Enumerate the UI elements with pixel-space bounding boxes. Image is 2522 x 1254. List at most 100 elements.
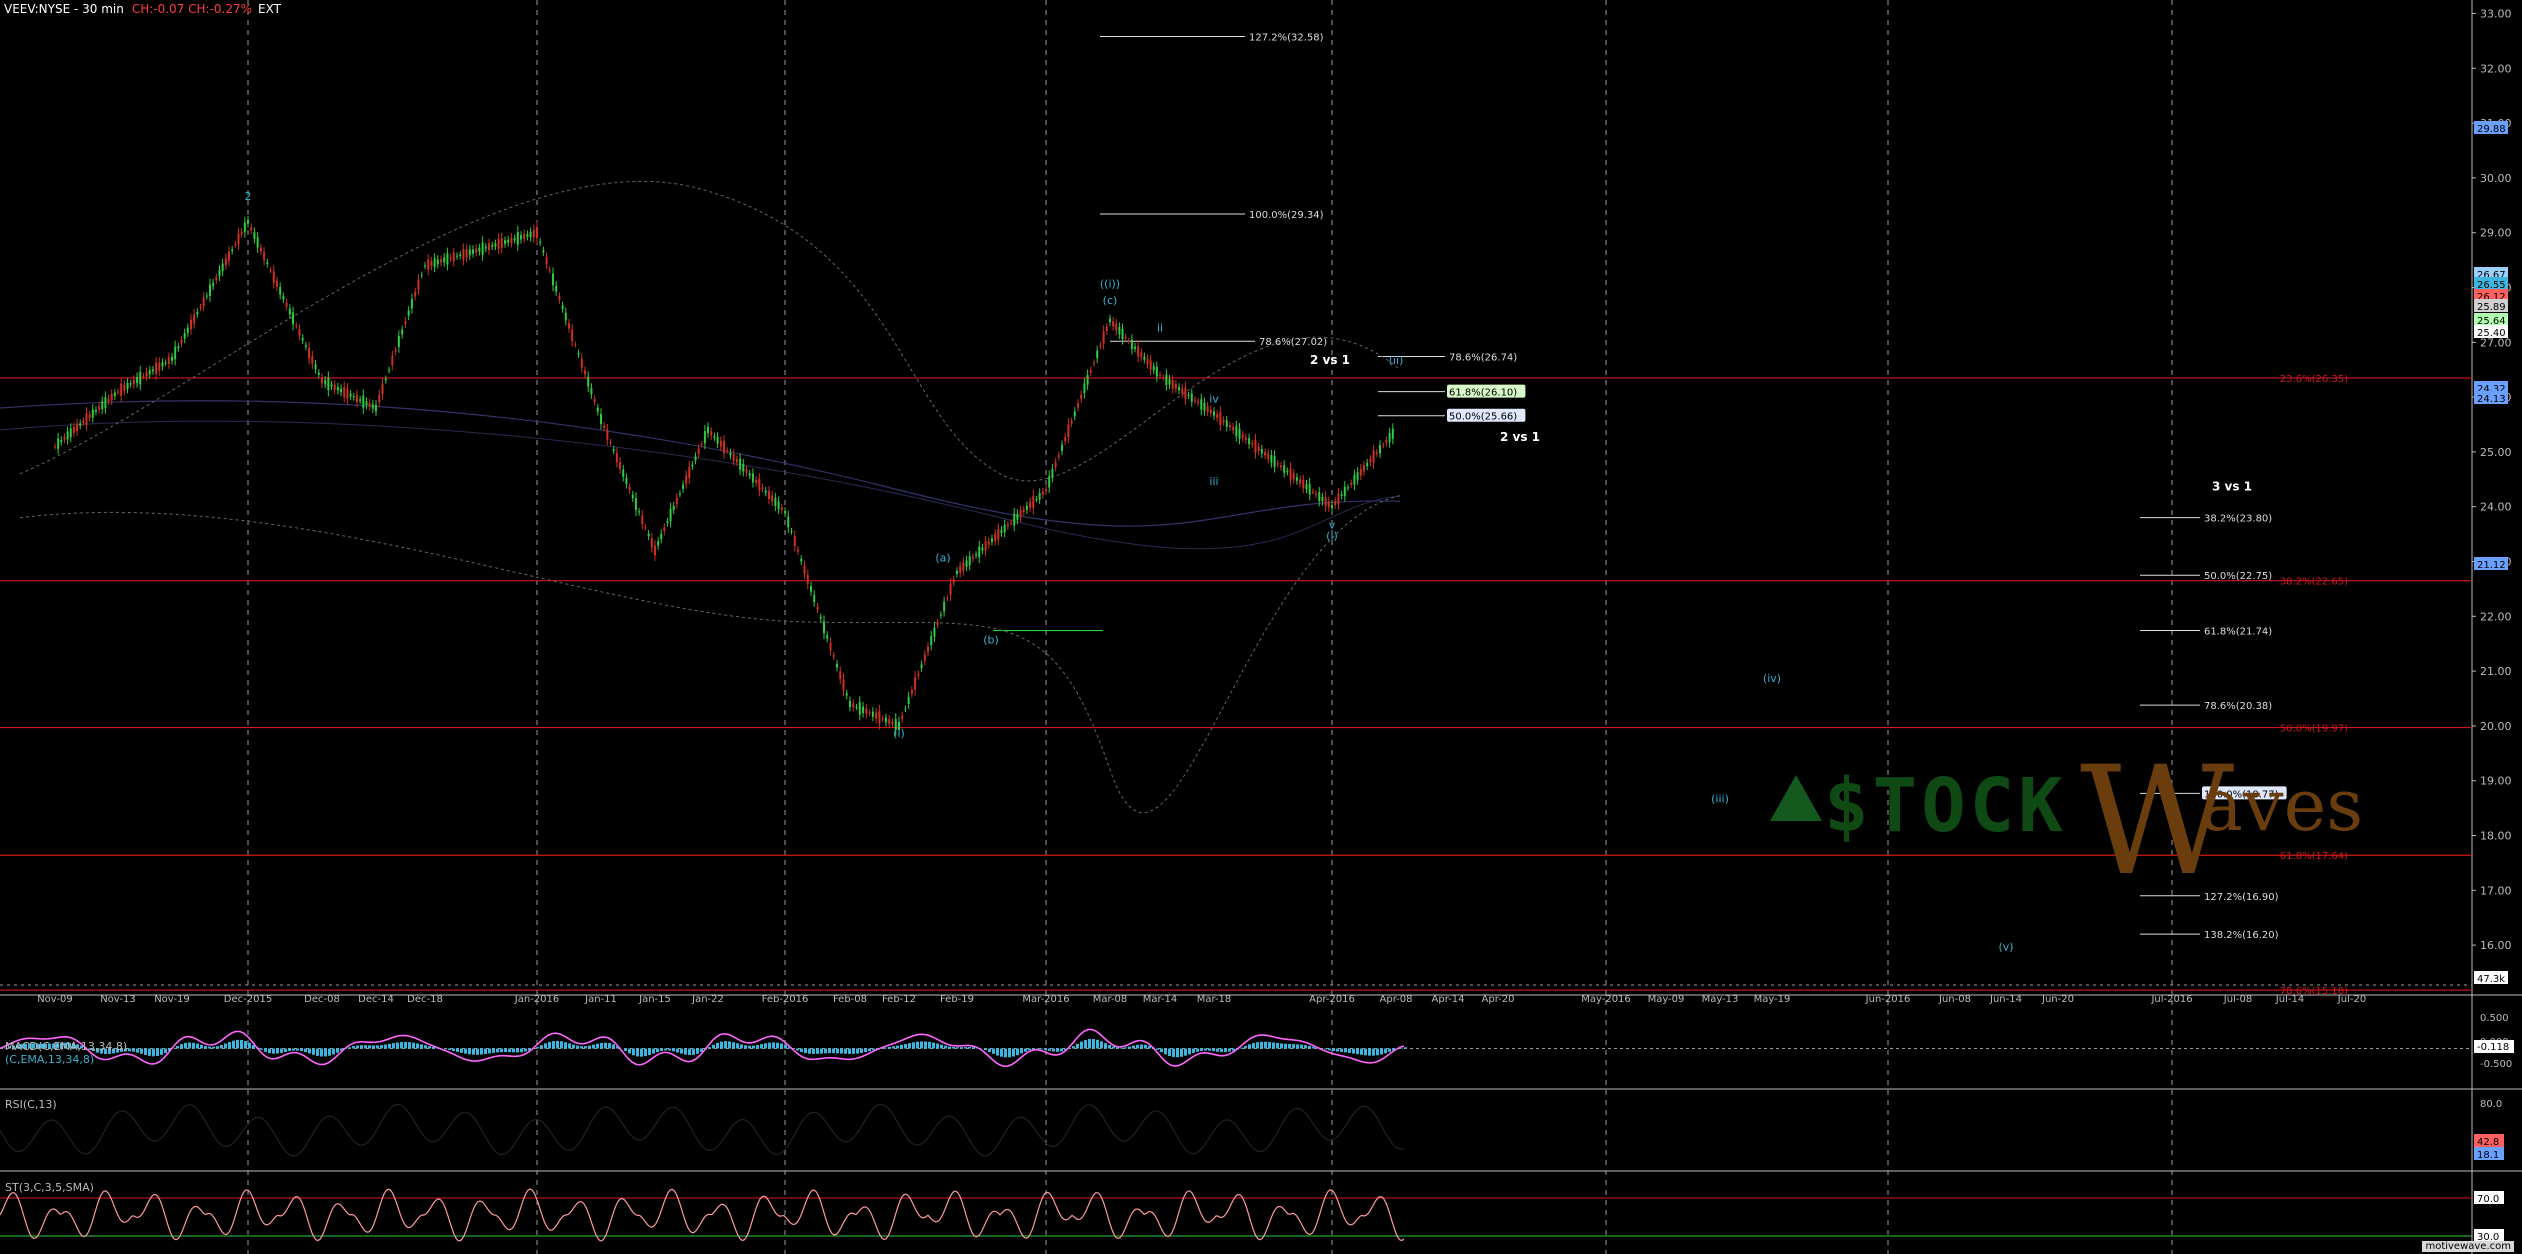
candle-body xyxy=(1152,366,1155,371)
date-tick-label: May-13 xyxy=(1702,994,1739,1005)
candle-body xyxy=(939,614,942,616)
macd-histogram-bar xyxy=(368,1045,371,1049)
candle-body xyxy=(638,511,641,513)
date-tick-label: Jan-15 xyxy=(638,994,671,1005)
candle-body xyxy=(542,250,545,253)
macd-histogram-bar xyxy=(1056,1048,1059,1052)
candle-body xyxy=(145,371,148,377)
macd-histogram-bar xyxy=(712,1044,715,1049)
candle-body xyxy=(1235,426,1238,437)
macd-histogram-bar xyxy=(240,1040,243,1049)
macd-histogram-bar xyxy=(428,1046,431,1049)
candle-body xyxy=(1267,453,1270,460)
rsi-label: RSI(C,13) xyxy=(5,1098,57,1111)
macd-histogram-bar xyxy=(1108,1044,1111,1049)
macd-histogram-bar xyxy=(580,1046,583,1049)
macd-histogram-bar xyxy=(556,1040,559,1049)
macd-histogram-bar xyxy=(824,1048,827,1054)
candle-body xyxy=(288,308,291,315)
macd-histogram-bar xyxy=(720,1041,723,1049)
candle-body xyxy=(1382,445,1385,447)
candle-body xyxy=(520,235,522,240)
candle-body xyxy=(359,399,362,401)
candle-body xyxy=(129,383,132,385)
candle-body xyxy=(732,453,735,461)
macd-histogram-bar xyxy=(1300,1044,1303,1049)
candle-body xyxy=(481,242,484,255)
candle-body xyxy=(644,527,647,529)
date-tick-label: May-2016 xyxy=(1581,994,1631,1005)
macd-histogram-bar xyxy=(984,1048,987,1051)
macd-histogram-bar xyxy=(1128,1046,1131,1049)
candle-body xyxy=(584,370,586,375)
candle-body xyxy=(813,594,816,603)
macd-histogram-bar xyxy=(1268,1042,1271,1049)
candle-body xyxy=(1209,409,1212,414)
macd-histogram-bar xyxy=(488,1048,491,1054)
candle-body xyxy=(1372,450,1375,463)
macd-histogram-bar xyxy=(308,1048,311,1054)
candle-body xyxy=(98,406,101,410)
candle-body xyxy=(311,355,314,365)
stoch-tag-label: 70.0 xyxy=(2477,1194,2499,1205)
candle-body xyxy=(196,311,199,315)
macd-histogram-bar xyxy=(180,1044,183,1049)
macd-histogram-bar xyxy=(1156,1048,1159,1050)
macd-histogram-bar xyxy=(584,1046,587,1049)
candle-body xyxy=(231,249,234,252)
macd-histogram-bar xyxy=(1176,1048,1179,1058)
macd-histogram-bar xyxy=(748,1045,751,1049)
price-tag-label: 25.89 xyxy=(2477,302,2506,313)
macd-histogram-bar xyxy=(1260,1041,1263,1049)
macd-histogram-bar xyxy=(288,1048,291,1052)
candle-body xyxy=(1353,475,1356,485)
macd-histogram-bar xyxy=(444,1048,447,1050)
candle-body xyxy=(410,299,413,309)
candle-body xyxy=(1308,483,1311,495)
fib-target-label: 50.0%(25.66) xyxy=(1449,412,1517,423)
macd-histogram-bar xyxy=(184,1042,187,1049)
candle-body xyxy=(761,487,764,489)
candle-body xyxy=(552,273,554,286)
candle-body xyxy=(767,491,770,500)
macd-histogram-bar xyxy=(1256,1042,1259,1049)
macd-histogram-bar xyxy=(1216,1048,1219,1052)
candle-body xyxy=(1054,462,1057,468)
macd-histogram-bar xyxy=(468,1048,471,1055)
candle-body xyxy=(1134,346,1136,349)
macd-histogram-bar xyxy=(332,1048,335,1055)
candle-body xyxy=(1350,482,1353,485)
macd-histogram-bar xyxy=(1264,1041,1267,1049)
candle-body xyxy=(478,247,481,252)
candle-body xyxy=(183,333,186,339)
macd-histogram-bar xyxy=(1144,1044,1147,1049)
macd-histogram-bar xyxy=(1324,1048,1327,1050)
macd-histogram-bar xyxy=(1132,1045,1135,1049)
candle-body xyxy=(94,409,97,412)
candle-body xyxy=(401,329,404,335)
stoch-line xyxy=(0,1188,1405,1242)
candle-body xyxy=(1340,494,1343,497)
macd-histogram-bar xyxy=(416,1043,419,1049)
macd-histogram-bar xyxy=(796,1048,799,1051)
candle-body xyxy=(910,690,913,694)
macd-histogram-bar xyxy=(840,1048,843,1054)
macd-histogram-bar xyxy=(660,1048,663,1051)
fib-target-label: 127.2%(32.58) xyxy=(1249,32,1324,43)
candle-body xyxy=(751,473,754,483)
macd-histogram-bar xyxy=(284,1048,287,1052)
candle-body xyxy=(884,717,887,723)
date-tick-label: May-19 xyxy=(1754,994,1791,1005)
candle-body xyxy=(742,463,745,472)
price-tick-label: 22.00 xyxy=(2480,610,2512,623)
macd-histogram-bar xyxy=(1220,1048,1223,1053)
candle-body xyxy=(1003,524,1006,533)
candle-body xyxy=(333,384,336,390)
candle-body xyxy=(1289,468,1292,480)
rsi-line xyxy=(0,1103,1405,1157)
candle-body xyxy=(839,671,842,680)
macd-histogram-bar xyxy=(724,1041,727,1049)
macd-histogram-bar xyxy=(928,1041,931,1049)
candle-body xyxy=(1086,374,1089,385)
candle-body xyxy=(240,231,243,235)
